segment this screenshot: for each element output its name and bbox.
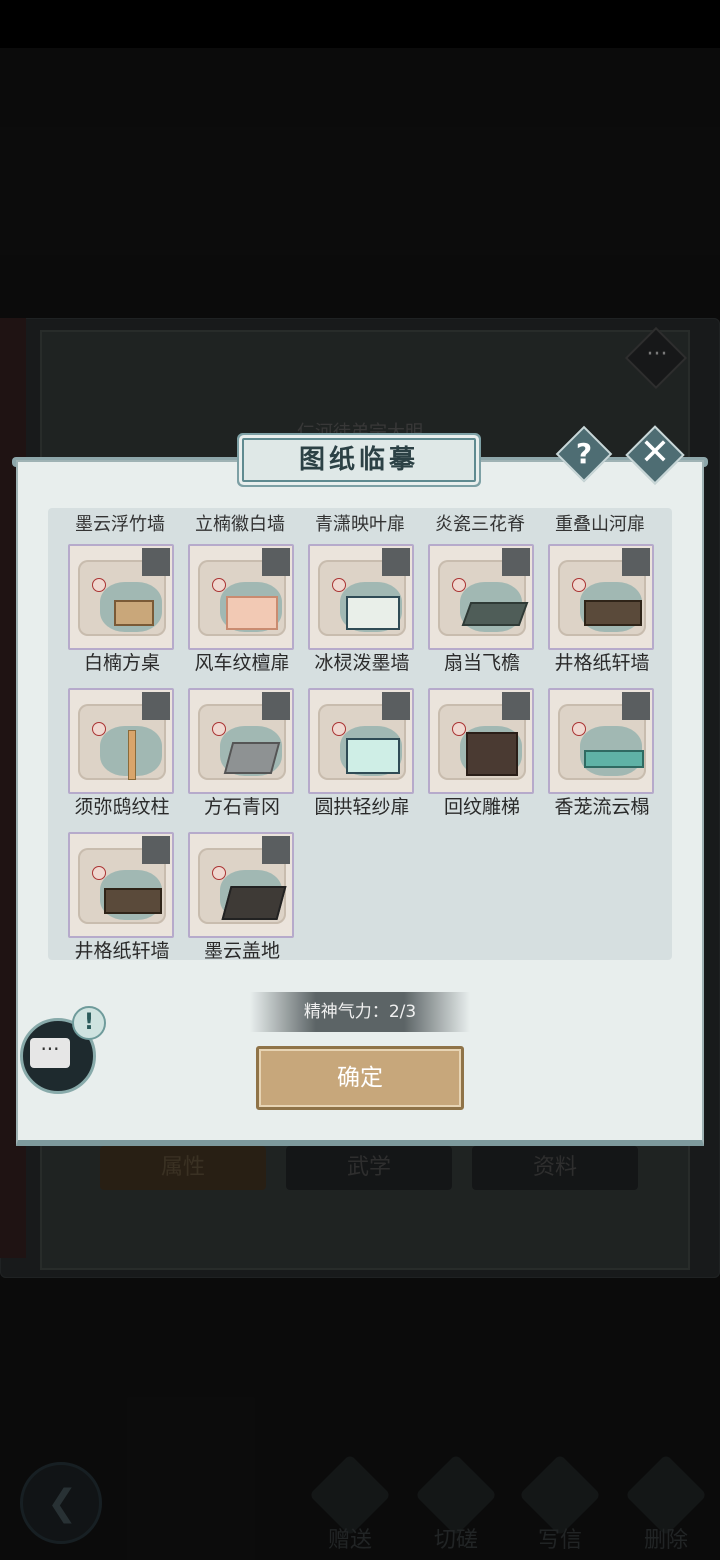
seal-icon xyxy=(452,722,466,736)
blueprint-item-name: 扇当飞檐 xyxy=(443,652,520,674)
bed-icon xyxy=(584,750,644,768)
blueprint-item[interactable]: 风车纹檀扉 xyxy=(188,544,296,674)
floor-dark-icon xyxy=(221,886,287,920)
blueprint-item[interactable]: 须弥鸱纹柱 xyxy=(68,688,176,818)
blueprint-item-name: 香茏流云榻 xyxy=(554,796,650,818)
partial-item-name: 墨云浮竹墙 xyxy=(75,514,165,535)
seal-icon xyxy=(92,866,106,880)
partial-item-name: 炎瓷三花脊 xyxy=(435,514,525,535)
blueprint-card xyxy=(68,544,174,650)
seal-icon xyxy=(212,578,226,592)
selection-checkbox[interactable] xyxy=(622,692,650,720)
floor-grey-icon xyxy=(223,742,281,774)
roof-icon xyxy=(461,602,529,626)
blueprint-card xyxy=(308,544,414,650)
blueprint-card xyxy=(428,688,534,794)
blueprint-item[interactable]: 圆拱轻纱扉 xyxy=(308,688,416,818)
blueprint-item-name: 圆拱轻纱扉 xyxy=(314,796,410,818)
selection-checkbox[interactable] xyxy=(622,548,650,576)
selection-checkbox[interactable] xyxy=(142,548,170,576)
blueprint-item-name: 井格纸轩墙 xyxy=(554,652,650,674)
blueprint-item-name: 须弥鸱纹柱 xyxy=(74,796,170,818)
energy-indicator: 精神气力：2/3 xyxy=(250,992,470,1032)
selection-checkbox[interactable] xyxy=(502,692,530,720)
selection-checkbox[interactable] xyxy=(262,548,290,576)
seal-icon xyxy=(332,578,346,592)
blueprint-item-name: 白楠方桌 xyxy=(83,652,160,674)
blueprint-item[interactable]: 井格纸轩墙 xyxy=(548,544,656,674)
selection-checkbox[interactable] xyxy=(502,548,530,576)
blueprint-item-name: 墨云盖地 xyxy=(203,940,280,962)
seal-icon xyxy=(452,578,466,592)
partial-item-name: 立楠徽白墙 xyxy=(195,514,285,535)
energy-label: 精神气力： xyxy=(303,1002,389,1022)
wall-window-icon xyxy=(346,596,400,630)
blueprint-card xyxy=(188,832,294,938)
blueprint-item[interactable]: 回纹雕梯 xyxy=(428,688,536,818)
selection-checkbox[interactable] xyxy=(142,836,170,864)
wall-icon xyxy=(584,600,642,626)
blueprint-card xyxy=(548,688,654,794)
blueprint-card xyxy=(68,832,174,938)
selection-checkbox[interactable] xyxy=(262,692,290,720)
close-icon: ✕ xyxy=(639,432,671,473)
partial-row: 墨云浮竹墙 立楠徽白墙 青潇映叶扉 炎瓷三花脊 重叠山河扉 xyxy=(48,508,672,535)
seal-icon xyxy=(212,722,226,736)
blueprint-item[interactable]: 白楠方桌 xyxy=(68,544,176,674)
blueprint-item[interactable]: 扇当飞檐 xyxy=(428,544,536,674)
seal-icon xyxy=(332,722,346,736)
selection-checkbox[interactable] xyxy=(262,836,290,864)
selection-checkbox[interactable] xyxy=(382,692,410,720)
blueprint-item-name: 井格纸轩墙 xyxy=(74,940,170,962)
dialog-title: 图纸临摹 xyxy=(298,445,419,475)
chat-bubble-icon: ··· xyxy=(30,1038,70,1068)
blueprint-card xyxy=(308,688,414,794)
blueprint-card xyxy=(188,688,294,794)
table-icon xyxy=(114,600,154,626)
blueprint-card xyxy=(428,544,534,650)
seal-icon xyxy=(572,722,586,736)
blueprint-item-name: 回纹雕梯 xyxy=(443,796,520,818)
blueprint-item[interactable]: 墨云盖地 xyxy=(188,832,296,962)
partial-item-name: 青潇映叶扉 xyxy=(315,514,405,535)
door-pink-icon xyxy=(226,596,278,630)
pillar-icon xyxy=(128,730,136,780)
seal-icon xyxy=(92,722,106,736)
stair-icon xyxy=(466,732,518,776)
dialog-title-plate: 图纸临摹 xyxy=(242,438,476,482)
blueprint-card xyxy=(68,688,174,794)
question-icon: ? xyxy=(575,437,593,470)
partial-item-name: 重叠山河扉 xyxy=(555,514,645,535)
arch-door-icon xyxy=(346,738,400,774)
blueprint-item-name: 风车纹檀扉 xyxy=(194,652,290,674)
confirm-button[interactable]: 确定 xyxy=(256,1046,464,1110)
confirm-label: 确定 xyxy=(337,1065,383,1091)
blueprint-card xyxy=(548,544,654,650)
blueprint-item[interactable]: 冰棂泼墨墙 xyxy=(308,544,416,674)
seal-icon xyxy=(212,866,226,880)
energy-value: 2/3 xyxy=(388,1002,417,1022)
blueprint-card xyxy=(188,544,294,650)
blueprint-item-name: 冰棂泼墨墙 xyxy=(314,652,410,674)
wall-icon xyxy=(104,888,162,914)
blueprint-item-name: 方石青冈 xyxy=(203,796,280,818)
seal-icon xyxy=(92,578,106,592)
alert-icon: ! xyxy=(72,1006,106,1040)
blueprint-item[interactable]: 方石青冈 xyxy=(188,688,296,818)
selection-checkbox[interactable] xyxy=(142,692,170,720)
blueprint-item[interactable]: 井格纸轩墙 xyxy=(68,832,176,962)
blueprint-item[interactable]: 香茏流云榻 xyxy=(548,688,656,818)
seal-icon xyxy=(572,578,586,592)
selection-checkbox[interactable] xyxy=(382,548,410,576)
